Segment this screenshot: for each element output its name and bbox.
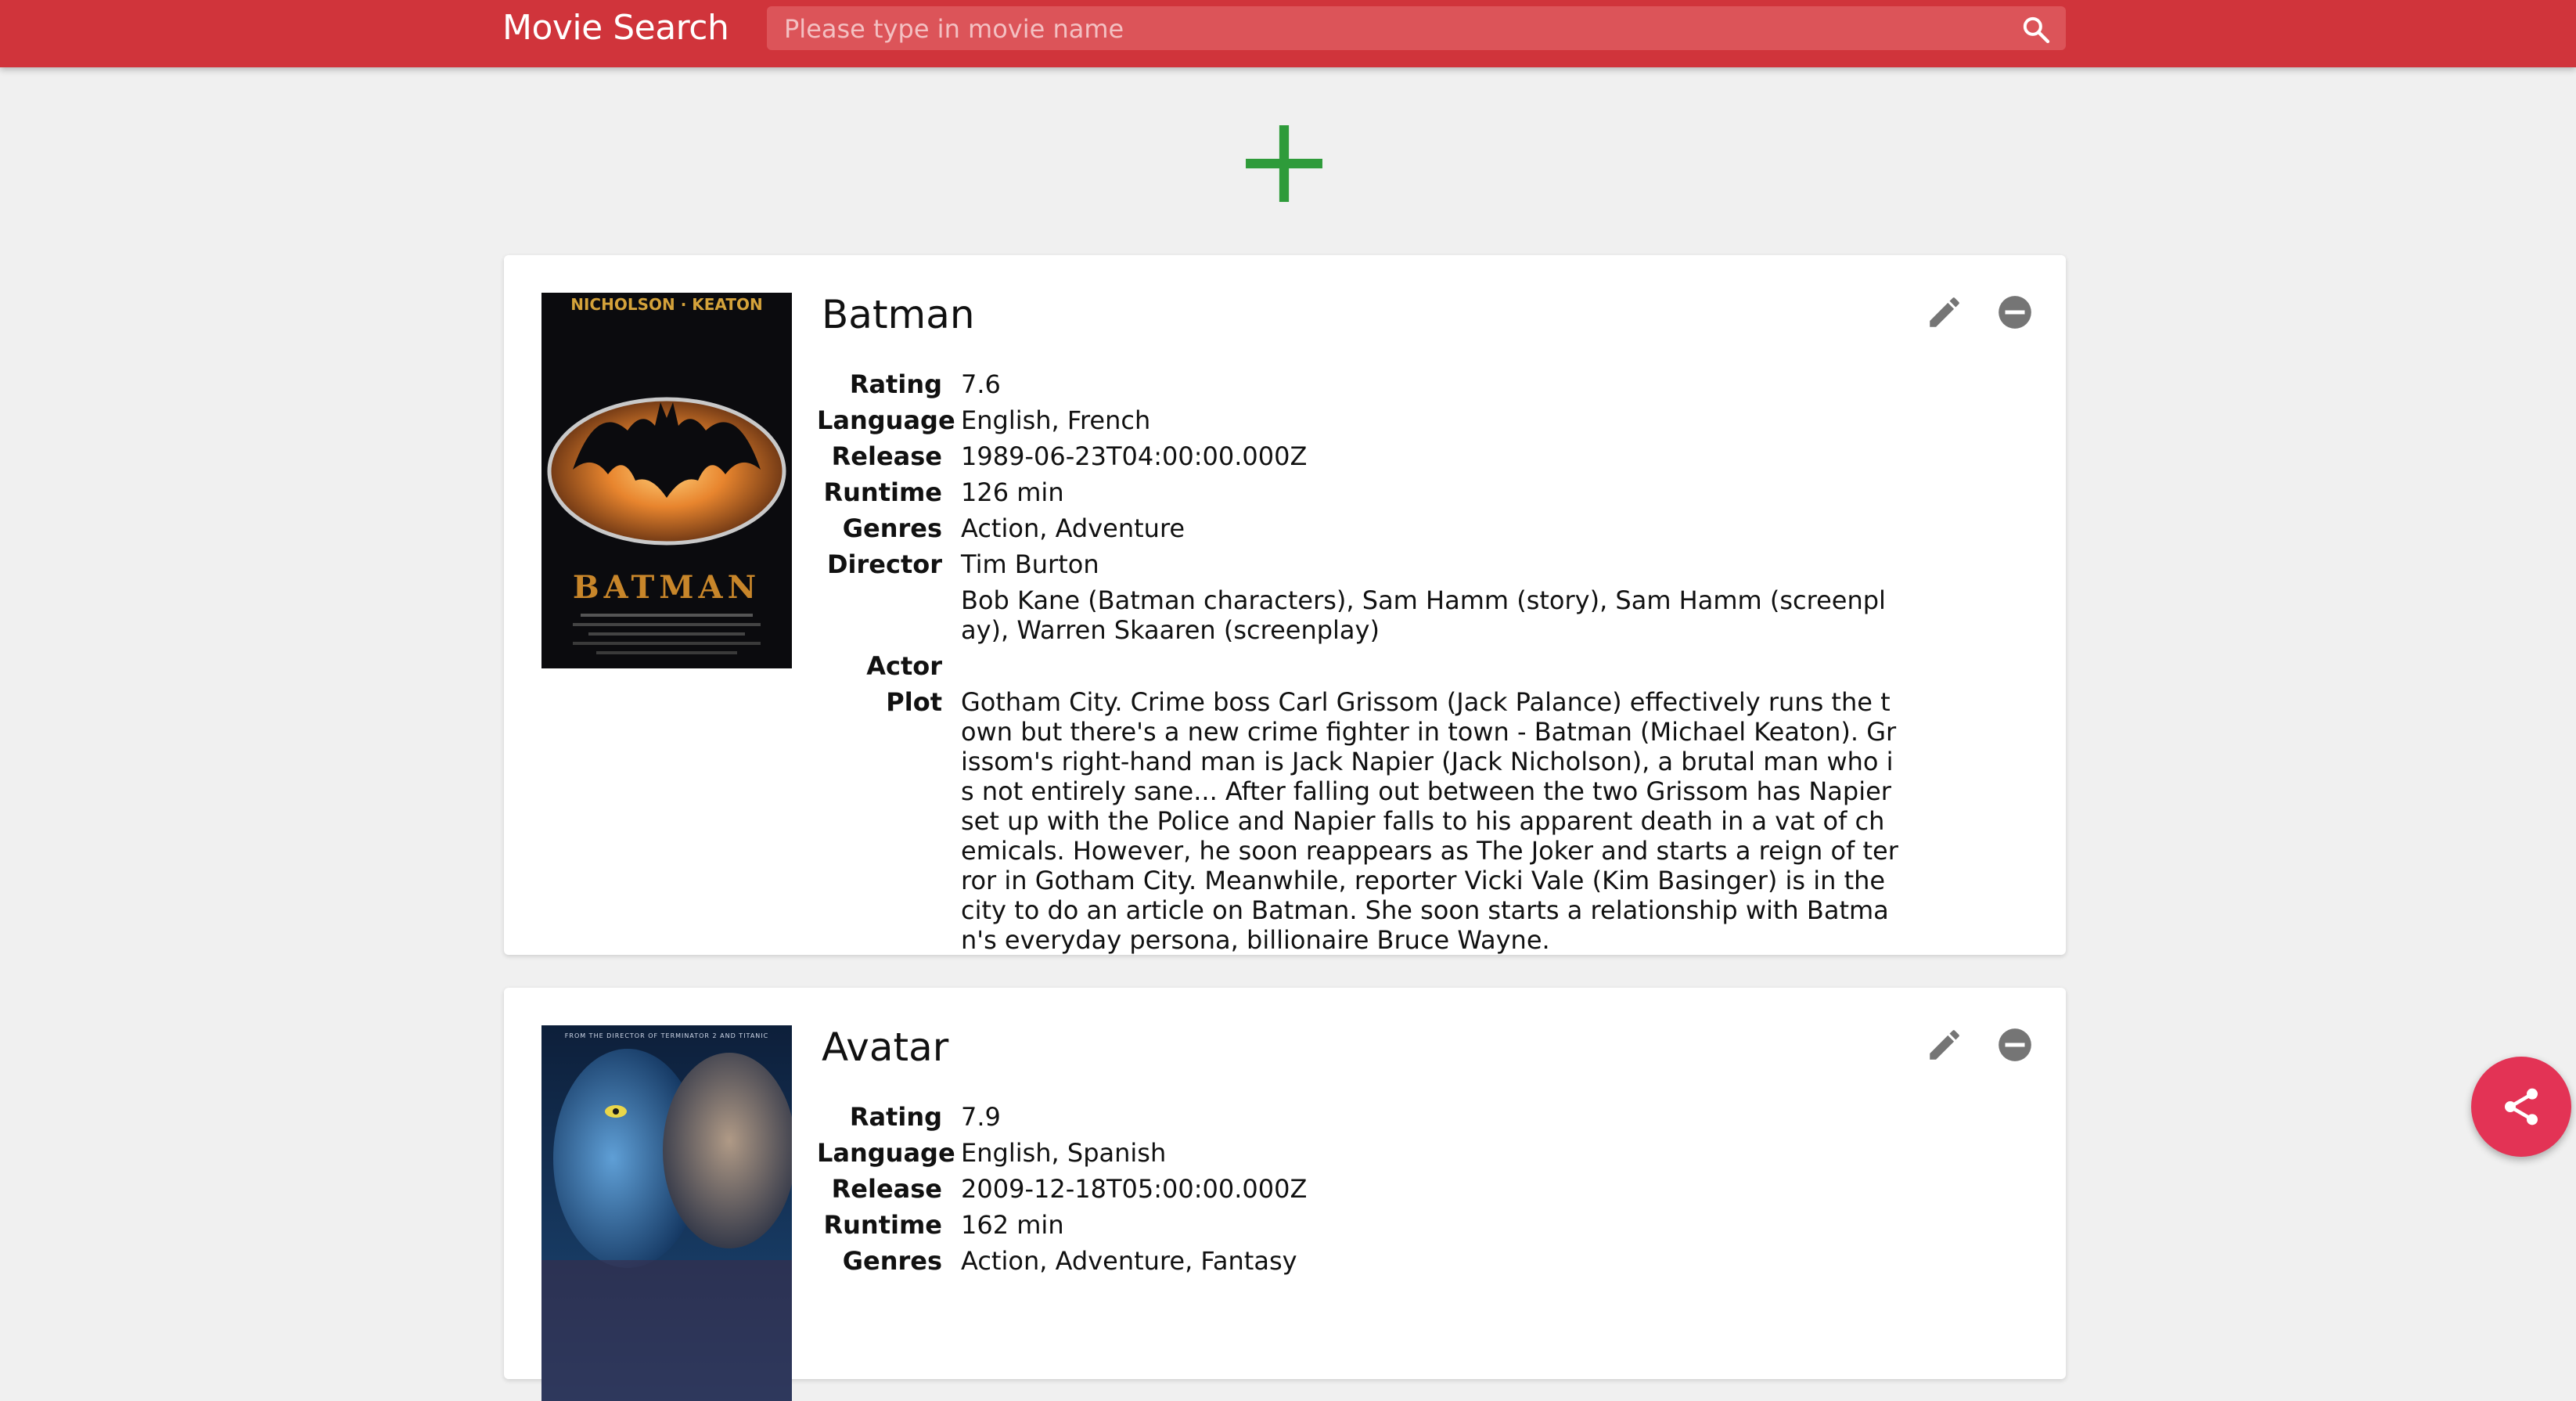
edit-icon[interactable] <box>1925 1025 1964 1064</box>
detail-row-runtime: Runtime 126 min <box>817 477 1983 507</box>
movie-card: NICHOLSON · KEATON BATMAN Batman Rating … <box>504 255 2066 955</box>
movie-poster: FROM THE DIRECTOR OF TERMINATOR 2 AND TI… <box>541 1025 792 1401</box>
release-value: 2009-12-18T05:00:00.000Z <box>961 1174 1308 1204</box>
detail-row-language: Language English, French <box>817 405 1983 435</box>
search-bar <box>767 6 2066 52</box>
share-button[interactable] <box>2471 1057 2571 1157</box>
detail-label: Language <box>817 1138 955 1168</box>
add-movie-button[interactable] <box>1244 124 1324 203</box>
edit-icon[interactable] <box>1925 293 1964 332</box>
remove-icon[interactable] <box>1995 1025 2035 1064</box>
detail-row-genres: Genres Action, Adventure, Fantasy <box>817 1246 1983 1276</box>
writer-value: Bob Kane (Batman characters), Sam Hamm (… <box>961 585 1886 645</box>
poster-top-text: NICHOLSON · KEATON <box>570 295 762 314</box>
detail-label: Director <box>826 549 942 579</box>
remove-icon[interactable] <box>1995 293 2035 332</box>
detail-label: Plot <box>886 687 942 717</box>
detail-row-rating: Rating 7.6 <box>817 369 1983 399</box>
detail-row-language: Language English, Spanish <box>817 1138 1983 1168</box>
detail-label: Runtime <box>823 1210 942 1240</box>
detail-row-release: Release 2009-12-18T05:00:00.000Z <box>817 1174 1983 1204</box>
search-input[interactable] <box>783 6 1991 52</box>
detail-label: Rating <box>849 369 942 399</box>
detail-label: Release <box>831 441 942 471</box>
language-value: English, French <box>961 405 1151 435</box>
runtime-value: 126 min <box>961 477 1064 507</box>
movie-details: Rating 7.6 Language English, French Rele… <box>817 369 1983 961</box>
detail-label: Genres <box>842 513 942 543</box>
detail-row-director: Director Tim Burton <box>817 549 1983 579</box>
search-icon[interactable] <box>2020 14 2052 45</box>
app-bar: Movie Search <box>0 0 2576 67</box>
rating-value: 7.9 <box>961 1102 1001 1132</box>
detail-label: Rating <box>849 1102 942 1132</box>
genres-value: Action, Adventure <box>961 513 1185 543</box>
poster-title-text: BATMAN <box>573 569 761 606</box>
share-icon <box>2505 1088 2538 1125</box>
plot-value: Gotham City. Crime boss Carl Grissom (Ja… <box>961 687 1898 955</box>
detail-label <box>817 585 942 615</box>
detail-row-release: Release 1989-06-23T04:00:00.000Z <box>817 441 1983 471</box>
detail-row-writer: Bob Kane (Batman characters), Sam Hamm (… <box>817 585 1983 645</box>
runtime-value: 162 min <box>961 1210 1064 1240</box>
movie-card: FROM THE DIRECTOR OF TERMINATOR 2 AND TI… <box>504 988 2066 1401</box>
detail-label: Language <box>817 405 955 435</box>
genres-value: Action, Adventure, Fantasy <box>961 1246 1297 1276</box>
detail-row-genres: Genres Action, Adventure <box>817 513 1983 543</box>
detail-label: Runtime <box>823 477 942 507</box>
movie-poster: NICHOLSON · KEATON BATMAN <box>541 293 792 668</box>
rating-value: 7.6 <box>961 369 1001 399</box>
detail-label: Actor <box>866 651 942 681</box>
movie-title: Batman <box>822 292 975 337</box>
detail-row-runtime: Runtime 162 min <box>817 1210 1983 1240</box>
poster-top-text: FROM THE DIRECTOR OF TERMINATOR 2 AND TI… <box>565 1032 768 1039</box>
director-value: Tim Burton <box>961 549 1099 579</box>
actor-value <box>961 651 1900 681</box>
detail-row-plot: Plot Gotham City. Crime boss Carl Grisso… <box>817 687 1983 955</box>
detail-row-actor: Actor <box>817 651 1983 681</box>
release-value: 1989-06-23T04:00:00.000Z <box>961 441 1308 471</box>
language-value: English, Spanish <box>961 1138 1167 1168</box>
movie-title: Avatar <box>822 1025 949 1070</box>
detail-row-rating: Rating 7.9 <box>817 1102 1983 1132</box>
detail-label: Release <box>831 1174 942 1204</box>
movie-details: Rating 7.9 Language English, Spanish Rel… <box>817 1102 1983 1282</box>
app-title[interactable]: Movie Search <box>502 6 729 50</box>
detail-label: Genres <box>842 1246 942 1276</box>
